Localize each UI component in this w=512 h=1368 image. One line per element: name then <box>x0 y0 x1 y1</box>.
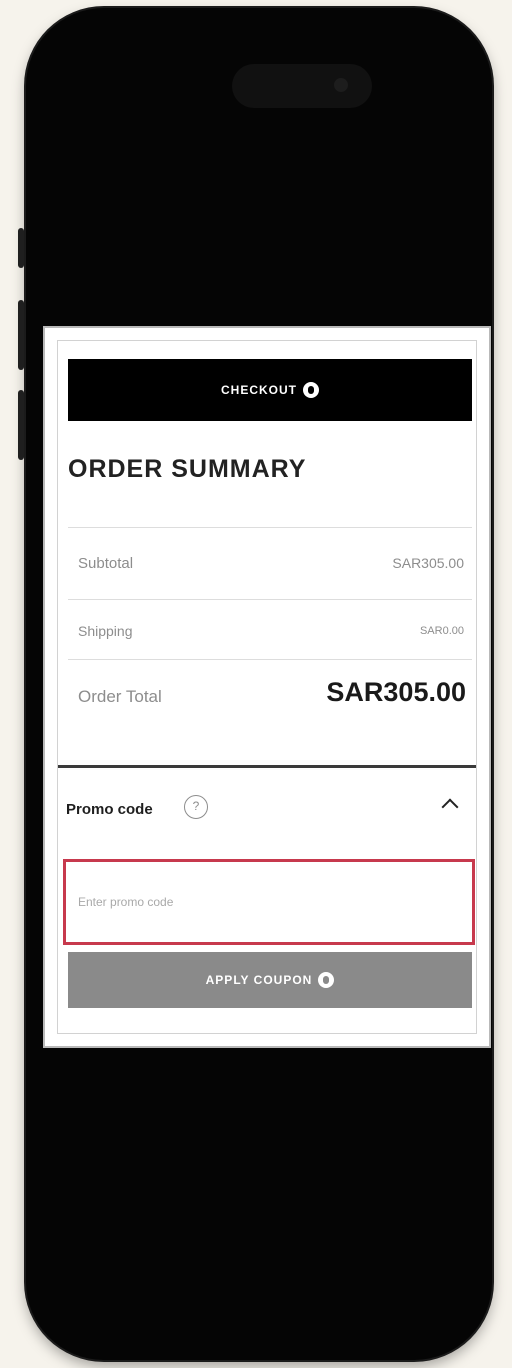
divider <box>68 659 472 660</box>
camera-icon <box>334 78 348 92</box>
shipping-value: SAR0.00 <box>419 625 464 637</box>
shipping-label: Shipping <box>78 623 133 639</box>
order-total-label: Order Total <box>78 687 162 706</box>
checkout-button[interactable]: CHECKOUT <box>68 359 472 421</box>
order-summary-panel: CHECKOUT ORDER SUMMARY Subtotal SAR305.0… <box>57 340 477 1034</box>
help-icon[interactable]: ? <box>184 795 208 819</box>
section-divider <box>58 765 476 768</box>
checkout-label: CHECKOUT <box>221 383 297 397</box>
side-button-volume-up <box>18 300 24 370</box>
side-button-action <box>18 228 24 268</box>
dynamic-island <box>232 64 372 108</box>
apply-coupon-label: APPLY COUPON <box>205 973 313 987</box>
order-summary-title: ORDER SUMMARY <box>68 455 307 483</box>
checkout-screen: CHECKOUT ORDER SUMMARY Subtotal SAR305.0… <box>43 326 491 1048</box>
subtotal-label: Subtotal <box>78 555 134 572</box>
promo-code-label[interactable]: Promo code <box>66 801 153 818</box>
chevron-up-icon[interactable] <box>441 798 459 816</box>
promo-code-field[interactable] <box>63 859 475 945</box>
divider <box>68 599 472 600</box>
side-button-volume-down <box>18 390 24 460</box>
info-circle-icon <box>303 382 319 398</box>
order-total-value: SAR305.00 <box>326 677 466 707</box>
apply-coupon-button[interactable]: APPLY COUPON <box>68 952 472 1008</box>
divider <box>68 527 472 528</box>
subtotal-value: SAR305.00 <box>392 555 464 571</box>
promo-code-input[interactable] <box>76 876 466 928</box>
info-circle-icon <box>318 972 335 988</box>
